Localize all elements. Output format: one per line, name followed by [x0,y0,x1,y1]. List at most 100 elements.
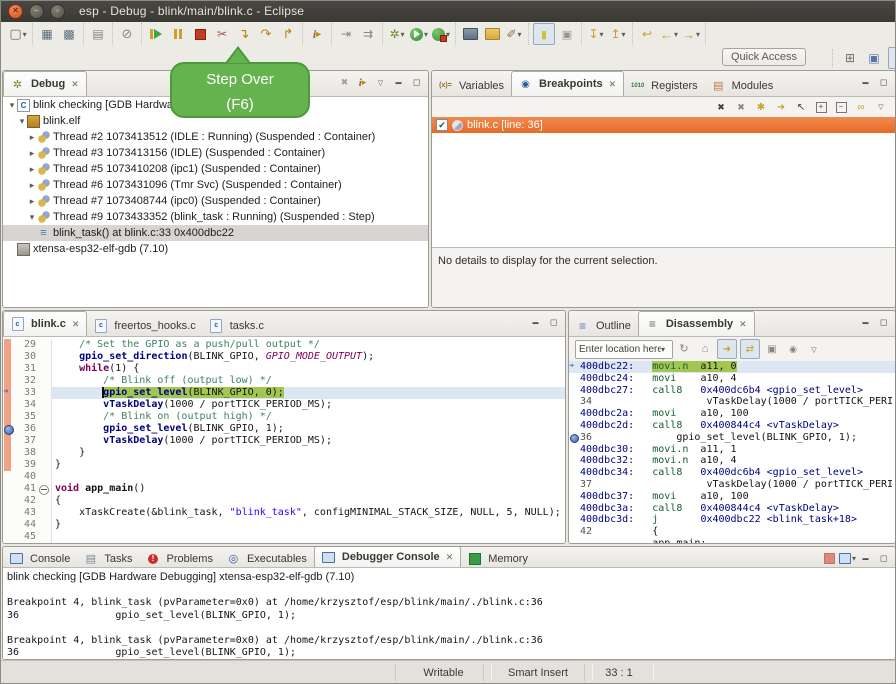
remove-all-terminated-button[interactable]: ✖ [336,74,353,91]
expand-twisty-icon[interactable]: ▸ [27,132,37,143]
sync-selection-button[interactable]: ⇄ [740,339,760,359]
select-pointer-button[interactable]: ↖ [792,99,810,115]
run-dropdown-icon[interactable]: ▾ [424,30,428,39]
step-over-button[interactable]: ↷ [256,24,276,44]
view-menu-button[interactable]: ▽ [805,341,823,359]
disassembly-row[interactable]: 400dbc34: call8 0x400dc6b4 <gpio_set_lev… [569,467,895,479]
next-annotation-button[interactable]: ↧▾ [586,24,606,44]
expand-twisty-icon[interactable]: ▸ [27,164,37,175]
editor-line[interactable]: 45 [3,531,565,543]
debug-tree-row[interactable]: ▾Thread #9 1073433352 (blink_task : Runn… [3,209,428,225]
editor-gutter[interactable]: 42 [3,495,52,507]
view-menu-button[interactable]: ▽ [372,74,389,91]
tab-executables[interactable]: ◎Executables [220,550,314,567]
editor-gutter[interactable]: 37 [3,435,52,447]
disassembly-row[interactable]: 400dbc37: movi a10, 100 [569,491,895,503]
view-menu-button[interactable]: ▽ [872,99,890,115]
disconnect-button[interactable]: ✂ [212,24,232,44]
quick-access-button[interactable]: Quick Access [722,48,806,66]
expand-twisty-icon[interactable]: ▸ [27,180,37,191]
expand-twisty-icon[interactable]: ▸ [27,196,37,207]
editor-line[interactable]: 31 while(1) { [3,363,565,375]
disassembly-row[interactable]: 400dbc30: movi.n a11, 1 [569,444,895,456]
breakpoint-icon[interactable] [4,425,14,435]
save-all-button[interactable]: ▩ [59,24,79,44]
show-breakpoints-for-button[interactable]: ✱ [752,99,770,115]
run-button[interactable]: ▾ [409,24,429,44]
tab-tasks[interactable]: ▤Tasks [77,550,139,567]
disassembly-row[interactable]: 36 gpio_set_level(BLINK_GPIO, 1); [569,432,895,444]
remove-all-breakpoints-button[interactable]: ✖ [732,99,750,115]
editor-gutter[interactable]: 36 [3,423,52,435]
close-tab-icon[interactable]: ✕ [739,319,747,330]
breakpoint-icon[interactable] [570,434,579,443]
editor-line[interactable]: 30 gpio_set_direction(BLINK_GPIO, GPIO_M… [3,351,565,363]
forward-button[interactable]: →▾ [681,24,701,44]
editor-gutter[interactable]: 38 [3,447,52,459]
editor-line[interactable]: 35 /* Blink on (output high) */ [3,411,565,423]
tab-console[interactable]: Console [3,550,77,567]
disassembly-listing[interactable]: ➜400dbc22: movi.n a11, 0400dbc24: movi a… [569,361,895,543]
debug-tree-row[interactable]: ▸Thread #6 1073431096 (Tmr Svc) (Suspend… [3,177,428,193]
editor-line[interactable]: 32 /* Blink off (output low) */ [3,375,565,387]
tab-registers[interactable]: 1010Registers [624,75,704,96]
go-to-file-button[interactable]: ➜ [772,99,790,115]
disassembly-row[interactable]: 34 vTaskDelay(1000 / portTICK_PERI [569,396,895,408]
resume-button[interactable] [146,24,166,44]
minimize-button[interactable]: ▬ [857,550,874,567]
editor-gutter[interactable]: 34 [3,399,52,411]
tab-freertos-hooks-c[interactable]: cfreertos_hooks.c [87,315,202,336]
editor-line[interactable]: 43 xTaskCreate(&blink_task, "blink_task"… [3,507,565,519]
editor-line[interactable]: 40 [3,471,565,483]
editor-line[interactable]: 34 vTaskDelay(1000 / portTICK_PERIOD_MS)… [3,399,565,411]
maximize-button[interactable]: ◻ [875,314,892,331]
disassembly-row[interactable]: 400dbc27: call8 0x400dc6b4 <gpio_set_lev… [569,385,895,397]
disassembly-row[interactable]: 37 vTaskDelay(1000 / portTICK_PERI [569,479,895,491]
editor-line[interactable]: 41void app_main() [3,483,565,495]
debug-dropdown-icon[interactable]: ▾ [401,30,405,39]
previous-annotation-dropdown-icon[interactable]: ▾ [622,30,626,39]
debug-tree-row[interactable]: ≡blink_task() at blink.c:33 0x400dbc22 [3,225,428,241]
editor-line[interactable]: ➜33 gpio_set_level(BLINK_GPIO, 0); [3,387,565,399]
tab-modules[interactable]: ▤Modules [705,75,781,96]
debug-tree-row[interactable]: ▸Thread #2 1073413512 (IDLE : Running) (… [3,129,428,145]
display-console-dropdown-icon[interactable]: ▾ [852,554,856,563]
window-close-button[interactable]: ✕ [8,4,23,19]
minimize-button[interactable]: ▬ [857,74,874,91]
window-maximize-button[interactable]: ▫ [50,4,65,19]
editor-gutter[interactable]: 35 [3,411,52,423]
new-wizard-dropdown-icon[interactable]: ▾ [23,30,27,39]
minimize-button[interactable]: ▬ [527,314,544,331]
disassembly-row[interactable]: 42 { [569,526,895,538]
editor-line[interactable]: 37 vTaskDelay(1000 / portTICK_PERIOD_MS)… [3,435,565,447]
disassembly-row[interactable]: 400dbc32: movi.n a10, 4 [569,455,895,467]
collapse-twisty-icon[interactable]: ▾ [27,212,37,223]
debug-tree-row[interactable]: ▸Thread #7 1073408744 (ipc0) (Suspended … [3,193,428,209]
new-wizard-button[interactable]: ▢▾ [8,24,28,44]
step-into-button[interactable]: ↴ [234,24,254,44]
back-dropdown-icon[interactable]: ▾ [674,30,678,39]
save-button[interactable]: ▦ [37,24,57,44]
fold-collapse-icon[interactable] [39,485,49,495]
editor-gutter[interactable]: 40 [3,471,52,483]
editor-gutter[interactable]: 43 [3,507,52,519]
minimize-button[interactable]: ▬ [857,314,874,331]
flash-button[interactable]: ✐▾ [504,24,524,44]
refresh-button[interactable]: ↻ [675,339,693,357]
collapse-twisty-icon[interactable]: ▾ [7,100,17,111]
maximize-button[interactable]: ◻ [875,74,892,91]
suspend-button[interactable] [168,24,188,44]
debug-tree-row[interactable]: xtensa-esp32-elf-gdb (7.10) [3,241,428,257]
forward-dropdown-icon[interactable]: ▾ [696,30,700,39]
track-expression-button[interactable]: ➜ [717,339,737,359]
display-console-button[interactable]: ▾ [839,550,856,567]
debug-perspective-button[interactable]: ✲ [888,47,896,69]
tab-breakpoints[interactable]: ◉Breakpoints✕ [511,71,624,96]
editor-line[interactable]: 36 gpio_set_level(BLINK_GPIO, 1); [3,423,565,435]
expand-all-button[interactable]: + [812,99,830,115]
flash-dropdown-icon[interactable]: ▾ [518,30,522,39]
home-button[interactable]: ⌂ [696,340,714,358]
breakpoint-checkbox[interactable]: ✔ [436,119,448,131]
editor-gutter[interactable]: 32 [3,375,52,387]
disassembly-row[interactable]: 400dbc24: movi a10, 4 [569,373,895,385]
